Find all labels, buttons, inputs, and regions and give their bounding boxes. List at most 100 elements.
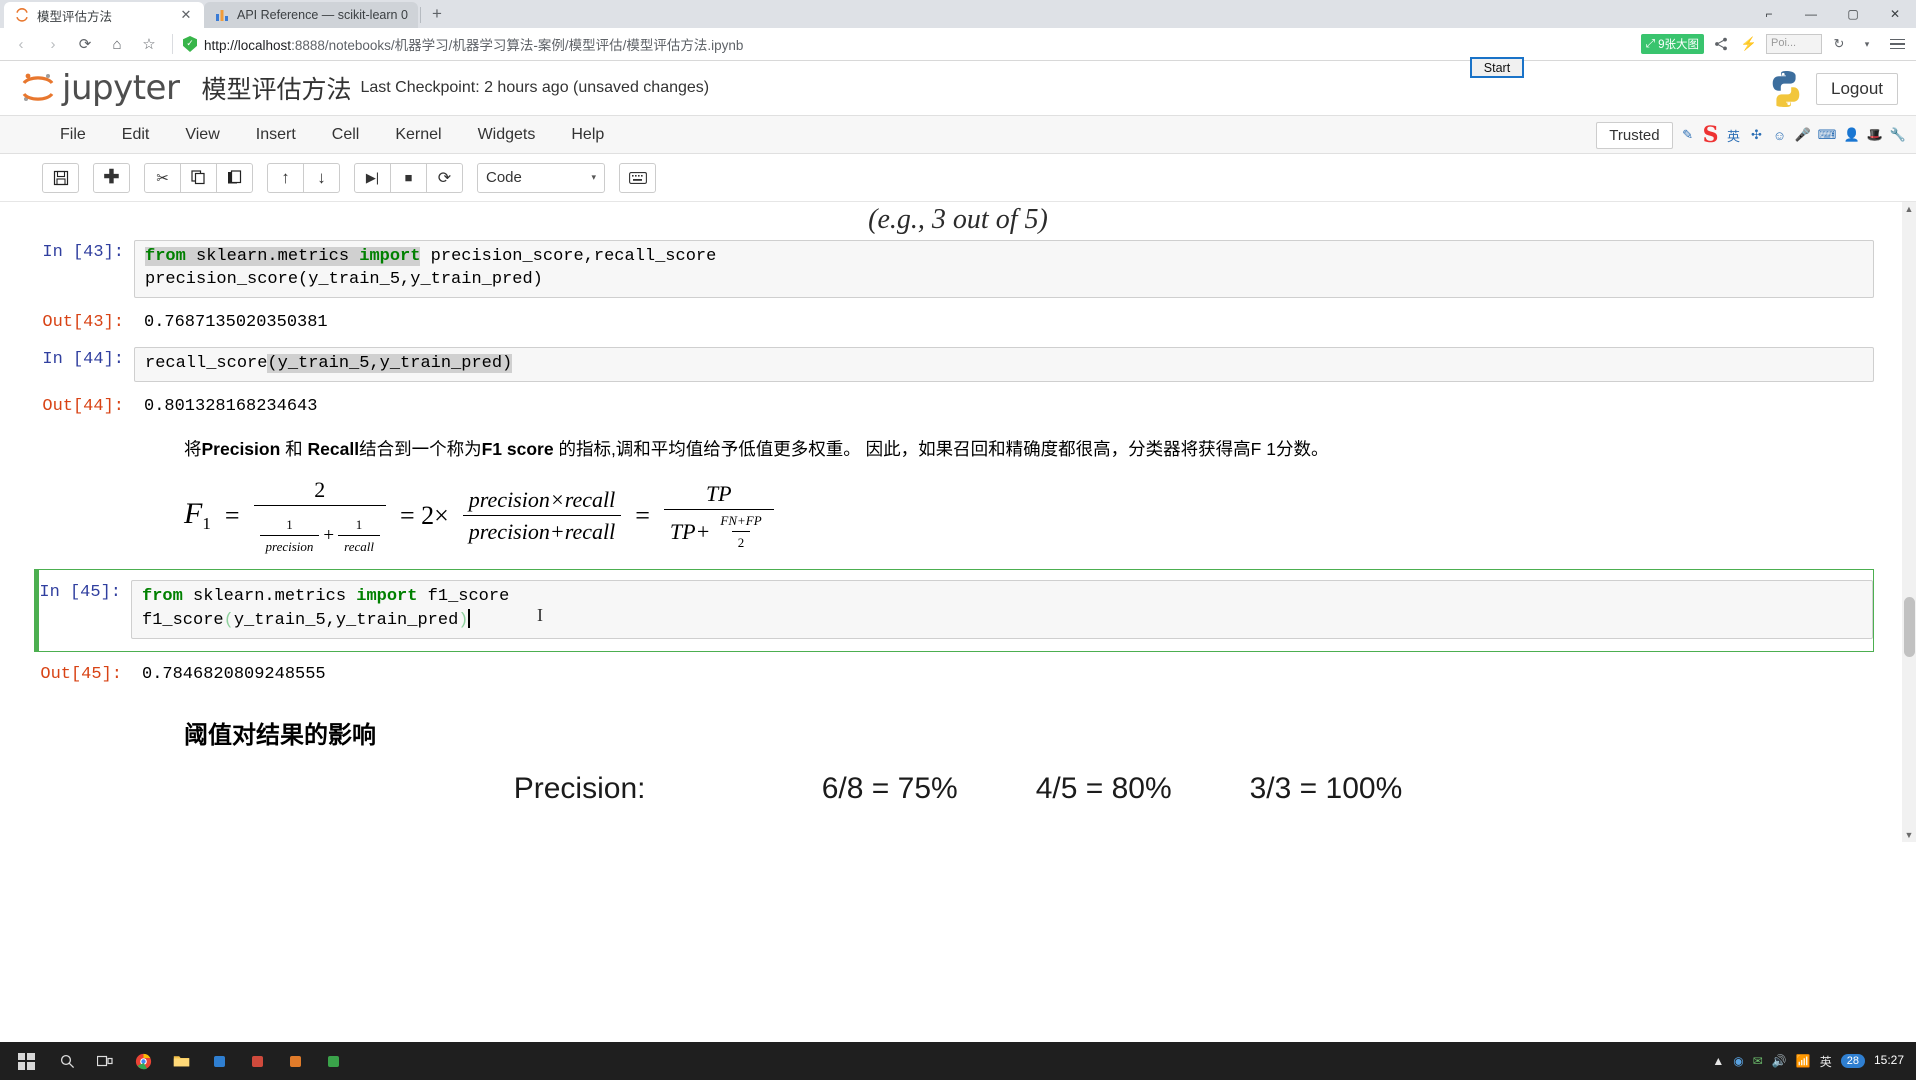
trusted-badge[interactable]: Trusted (1596, 121, 1673, 149)
browser-tab-0[interactable]: 模型评估方法 ✕ (4, 2, 204, 28)
code-editor-44[interactable]: recall_score(y_train_5,y_train_pred) (134, 346, 1874, 382)
menu-edit[interactable]: Edit (104, 116, 168, 154)
toolbar-group-edit: ✂ (144, 162, 253, 193)
scrollbar-thumb[interactable] (1904, 597, 1915, 657)
move-up-button[interactable]: ↑ (267, 162, 304, 193)
f1-formula: F1 = 2 1 precision + 1 recall = 2× preci… (42, 463, 1874, 565)
scroll-up-arrow-icon[interactable]: ▲ (1903, 204, 1915, 214)
code-editor-45[interactable]: from sklearn.metrics import f1_score f1_… (131, 579, 1873, 639)
restore-window-icon[interactable]: ⌐ (1748, 0, 1790, 28)
logout-button[interactable]: Logout (1816, 72, 1898, 105)
minimize-window-button[interactable]: — (1790, 0, 1832, 28)
insert-cell-button[interactable]: ✚ (93, 162, 130, 193)
home-icon[interactable]: ⌂ (102, 30, 132, 58)
taskbar-app-2-icon[interactable] (238, 1042, 276, 1080)
maximize-window-button[interactable]: ▢ (1832, 0, 1874, 28)
jupyter-app: jupyter 模型评估方法 Last Checkpoint: 2 hours … (0, 61, 1916, 842)
copy-cell-button[interactable] (180, 162, 217, 193)
shield-check-icon (183, 36, 197, 52)
markdown-cell-f1[interactable]: 将Precision 和 Recall结合到一个称为F1 score 的指标,调… (42, 425, 1874, 463)
capture-badge[interactable]: ⤢ 9张大图 (1640, 34, 1704, 54)
forward-icon[interactable]: › (38, 30, 68, 58)
lightning-icon[interactable]: ⚡ (1738, 33, 1760, 55)
cut-cell-button[interactable]: ✂ (144, 162, 181, 193)
markdown-heading-threshold[interactable]: 阈值对结果的影响 (42, 693, 1874, 756)
close-window-button[interactable]: ✕ (1874, 0, 1916, 28)
menu-view[interactable]: View (167, 116, 237, 154)
hamburger-menu-icon[interactable] (1884, 31, 1910, 57)
ime-user-icon[interactable]: 👤 (1843, 127, 1859, 143)
address-bar[interactable]: http://localhost:8888/notebooks/机器学习/机器学… (181, 31, 1639, 57)
chevron-down-icon[interactable]: ▾ (1856, 33, 1878, 55)
ime-hat-icon[interactable]: 🎩 (1867, 127, 1883, 143)
code-cell-43[interactable]: In [43]: from sklearn.metrics import pre… (42, 234, 1874, 304)
notebook-scroll-area[interactable]: (e.g., 3 out of 5) In [43]: from sklearn… (0, 202, 1916, 842)
notebook-scrollbar[interactable]: ▲ ▼ (1902, 202, 1916, 842)
windows-taskbar: ▲ ◉ ✉ 🔊 📶 英 28 15:27 (0, 1042, 1916, 1080)
tray-icon-5[interactable]: 📶 (1796, 1054, 1811, 1068)
toolbar-group-insert: ✚ (93, 162, 130, 193)
keyword-from: from (142, 586, 183, 606)
md-f1-score: F1 score (481, 438, 554, 459)
taskbar-app-4-icon[interactable] (314, 1042, 352, 1080)
menu-insert[interactable]: Insert (238, 116, 314, 154)
save-button[interactable] (42, 162, 79, 193)
notebook-title[interactable]: 模型评估方法 (201, 70, 351, 106)
back-icon[interactable]: ‹ (6, 30, 36, 58)
windows-start-button[interactable] (4, 1042, 48, 1080)
taskbar-chrome-icon[interactable] (124, 1042, 162, 1080)
code-cell-44[interactable]: In [44]: recall_score(y_train_5,y_train_… (42, 341, 1874, 388)
tray-icon-3[interactable]: ✉ (1753, 1054, 1763, 1068)
tray-lang-label[interactable]: 英 (1820, 1053, 1832, 1070)
menu-help[interactable]: Help (553, 116, 622, 154)
restart-kernel-button[interactable]: ⟳ (426, 162, 463, 193)
scroll-down-arrow-icon[interactable]: ▼ (1903, 830, 1915, 840)
reload-icon[interactable]: ⟳ (70, 30, 100, 58)
jupyter-logo[interactable]: jupyter (18, 68, 180, 108)
menu-widgets[interactable]: Widgets (460, 116, 554, 154)
bookmark-star-icon[interactable]: ☆ (134, 30, 164, 58)
menu-file[interactable]: File (42, 116, 104, 154)
run-cell-button[interactable]: ▶| (354, 162, 391, 193)
image-row-precision: Precision: 6/8 = 75% 4/5 = 80% 3/3 = 100… (42, 772, 1874, 806)
checkpoint-status: Last Checkpoint: 2 hours ago (unsaved ch… (360, 79, 710, 96)
ime-symbol-icon[interactable]: ✣ (1748, 127, 1764, 143)
jupyter-header-right: Logout (1764, 61, 1898, 116)
paste-cell-button[interactable] (216, 162, 253, 193)
ime-emoji-icon[interactable]: ☺ (1771, 128, 1787, 143)
ime-keyboard-icon[interactable]: ⌨ (1818, 127, 1837, 143)
output-prompt-44: Out[44]: (42, 396, 124, 416)
ime-settings-icon[interactable]: 🔧 (1890, 127, 1906, 143)
taskbar-explorer-icon[interactable] (162, 1042, 200, 1080)
markdown-paragraph: 将Precision 和 Recall结合到一个称为F1 score 的指标,调… (184, 435, 1874, 463)
menu-kernel[interactable]: Kernel (377, 116, 459, 154)
menu-cell[interactable]: Cell (314, 116, 378, 154)
ime-lang-icon[interactable]: 英 (1725, 126, 1741, 145)
move-down-button[interactable]: ↓ (303, 162, 340, 193)
share-icon[interactable] (1710, 33, 1732, 55)
extension-field[interactable]: Poi... (1766, 34, 1822, 54)
keyboard-icon[interactable] (619, 162, 656, 193)
code-cell-45-selected[interactable]: In [45]: from sklearn.metrics import f1_… (34, 568, 1874, 652)
start-overlay-button[interactable]: Start (1470, 57, 1524, 78)
browser-tab-1[interactable]: API Reference — scikit-learn 0 (204, 2, 418, 28)
new-tab-button[interactable]: + (423, 0, 451, 28)
code-function: f1_score (142, 610, 224, 630)
paren-close: ) (458, 610, 469, 630)
cell-type-select[interactable]: Code ▾ (477, 162, 605, 193)
tray-icon-1[interactable]: ▲ (1712, 1054, 1724, 1068)
tray-icon-2[interactable]: ◉ (1733, 1054, 1743, 1068)
code-editor-43[interactable]: from sklearn.metrics import precision_sc… (134, 240, 1874, 298)
tray-icon-4[interactable]: 🔊 (1772, 1054, 1787, 1068)
close-icon[interactable]: ✕ (178, 7, 194, 23)
tray-notification-badge[interactable]: 28 (1840, 1054, 1865, 1068)
taskbar-search-icon[interactable] (48, 1042, 86, 1080)
taskbar-app-3-icon[interactable] (276, 1042, 314, 1080)
notebook-content: (e.g., 3 out of 5) In [43]: from sklearn… (0, 202, 1916, 806)
taskbar-taskview-icon[interactable] (86, 1042, 124, 1080)
taskbar-clock[interactable]: 15:27 (1874, 1053, 1904, 1068)
interrupt-kernel-button[interactable]: ■ (390, 162, 427, 193)
history-icon[interactable]: ↻ (1828, 33, 1850, 55)
taskbar-app-1-icon[interactable] (200, 1042, 238, 1080)
ime-voice-icon[interactable]: 🎤 (1794, 127, 1810, 143)
